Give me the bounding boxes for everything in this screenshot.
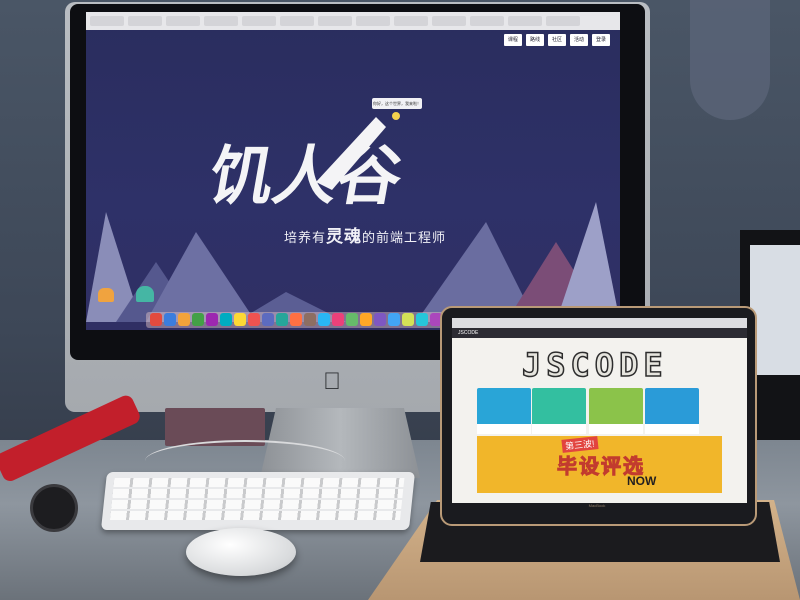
dock-app-icon[interactable] xyxy=(332,313,344,326)
dock-app-icon[interactable] xyxy=(318,313,330,326)
course-card[interactable] xyxy=(589,388,643,434)
dock-app-icon[interactable] xyxy=(416,313,428,326)
dock-app-icon[interactable] xyxy=(276,313,288,326)
course-card[interactable] xyxy=(645,388,699,434)
logo-text: 饥人谷 xyxy=(206,138,409,213)
speech-bubble: 你好，这个世界，我来啦！ xyxy=(372,98,422,109)
slogan-highlight: 灵魂 xyxy=(326,227,363,246)
side-monitor-screen xyxy=(750,245,800,375)
dock-app-icon[interactable] xyxy=(178,313,190,326)
dock-app-icon[interactable] xyxy=(220,313,232,326)
laptop-screen: JSCODE JSCODE 第三波! 毕设评选 NOW xyxy=(452,318,747,503)
slogan-suffix: 的前端工程师 xyxy=(362,230,447,245)
dock-app-icon[interactable] xyxy=(206,313,218,326)
site-nav: 课程 路线 社区 活动 登录 xyxy=(503,34,610,46)
hero-logo: JSCODE xyxy=(521,345,668,385)
dock-app-icon[interactable] xyxy=(150,313,162,326)
promo-banner[interactable]: 第三波! 毕设评选 NOW xyxy=(477,436,722,493)
mascot-icon xyxy=(136,286,154,302)
dock-app-icon[interactable] xyxy=(388,313,400,326)
dock-app-icon[interactable] xyxy=(192,313,204,326)
dock-app-icon[interactable] xyxy=(360,313,372,326)
dock-app-icon[interactable] xyxy=(374,313,386,326)
mascot-icon xyxy=(98,288,114,302)
site-brand[interactable]: JSCODE xyxy=(458,330,478,336)
course-card[interactable] xyxy=(477,388,531,434)
site-logo: 饥人谷 xyxy=(203,112,446,222)
site-slogan: 培养有灵魂的前端工程师 xyxy=(284,222,446,247)
nav-item[interactable]: 登录 xyxy=(591,34,610,46)
nav-item[interactable]: 课程 xyxy=(503,34,522,46)
dock-app-icon[interactable] xyxy=(262,313,274,326)
wall-hanging xyxy=(690,0,770,120)
dock-app-icon[interactable] xyxy=(248,313,260,326)
nav-item[interactable]: 社区 xyxy=(547,34,566,46)
dock-app-icon[interactable] xyxy=(234,313,246,326)
imac-screen: 课程 路线 社区 活动 登录 你好，这个世界，我来啦！ 饥人谷 培养有灵魂的前端… xyxy=(86,12,620,330)
apple-logo-icon:  xyxy=(320,368,344,396)
mouse xyxy=(186,528,296,576)
browser-tab-bar[interactable] xyxy=(86,12,620,30)
laptop-brand-label: MacBook xyxy=(588,503,606,508)
banner-now: NOW xyxy=(627,474,657,488)
site-nav xyxy=(452,328,747,338)
dock-app-icon[interactable] xyxy=(290,313,302,326)
dock-app-icon[interactable] xyxy=(402,313,414,326)
keyboard xyxy=(100,472,416,530)
course-card[interactable] xyxy=(532,388,586,434)
nav-item[interactable]: 活动 xyxy=(569,34,588,46)
slogan-prefix: 培养有 xyxy=(284,230,327,245)
dock-app-icon[interactable] xyxy=(346,313,358,326)
browser-tab-bar[interactable] xyxy=(452,318,747,328)
dock-app-icon[interactable] xyxy=(304,313,316,326)
watch-icon xyxy=(30,484,78,532)
dock-app-icon[interactable] xyxy=(164,313,176,326)
nav-item[interactable]: 路线 xyxy=(525,34,544,46)
